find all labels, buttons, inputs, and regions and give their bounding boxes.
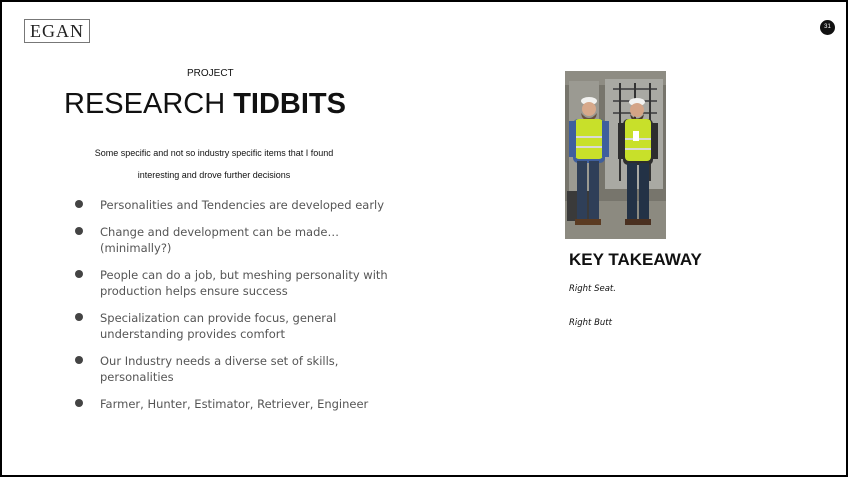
bullet-dot-icon xyxy=(75,356,83,364)
bullet-text: Personalities and Tendencies are develop… xyxy=(100,198,385,212)
bullet-text: Change and development can be made…(mini… xyxy=(100,225,339,255)
team-photo-illustration xyxy=(565,71,666,239)
subtitle-line: Some specific and not so industry specif… xyxy=(94,148,334,158)
bullet-item: Specialization can provide focus, genera… xyxy=(74,310,404,342)
bullet-item: Personalities and Tendencies are develop… xyxy=(74,197,404,213)
bullet-dot-icon xyxy=(75,270,83,278)
title-regular: RESEARCH xyxy=(64,88,234,120)
team-photo xyxy=(565,71,666,239)
bullet-item: Farmer, Hunter, Estimator, Retriever, En… xyxy=(74,396,404,412)
bullet-item: Our Industry needs a diverse set of skil… xyxy=(74,353,404,385)
key-takeaway-heading: KEY TAKEAWAY xyxy=(569,250,702,269)
key-takeaway-line: Right Butt xyxy=(569,318,612,328)
title-bold: TIDBITS xyxy=(233,88,346,120)
bullet-dot-icon xyxy=(75,399,83,407)
bullet-dot-icon xyxy=(75,313,83,321)
section-eyebrow: PROJECT xyxy=(187,68,234,79)
egan-logo: EGAN xyxy=(24,19,90,43)
bullet-text: Our Industry needs a diverse set of skil… xyxy=(100,354,339,384)
bullet-text: Farmer, Hunter, Estimator, Retriever, En… xyxy=(100,397,369,411)
page-number-badge: 31 xyxy=(820,20,835,35)
bullet-list: Personalities and Tendencies are develop… xyxy=(74,197,404,423)
bullet-text: People can do a job, but meshing persona… xyxy=(100,268,388,298)
slide-subtitle: Some specific and not so industry specif… xyxy=(64,142,364,186)
bullet-item: People can do a job, but meshing persona… xyxy=(74,267,404,299)
bullet-dot-icon xyxy=(75,227,83,235)
slide: EGAN 31 PROJECT RESEARCH TIDBITS Some sp… xyxy=(0,0,848,477)
subtitle-line: interesting and drove further decisions xyxy=(137,170,291,180)
key-takeaway-line: Right Seat. xyxy=(569,284,616,294)
bullet-dot-icon xyxy=(75,200,83,208)
bullet-item: Change and development can be made…(mini… xyxy=(74,224,404,256)
bullet-text: Specialization can provide focus, genera… xyxy=(100,311,337,341)
slide-title: RESEARCH TIDBITS xyxy=(64,88,346,121)
